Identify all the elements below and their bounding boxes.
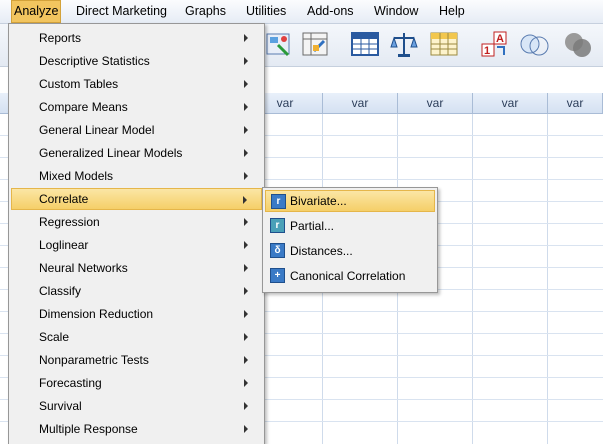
menu-item-label: Canonical Correlation <box>290 269 406 283</box>
submenu-arrow-icon <box>244 379 248 387</box>
column-header-var[interactable]: var <box>548 93 603 114</box>
submenu-arrow-icon <box>244 356 248 364</box>
scales-icon[interactable] <box>389 29 419 59</box>
menu-item-label: Reports <box>39 31 82 45</box>
menu-item-nonparametric-tests[interactable]: Nonparametric Tests <box>11 349 262 371</box>
submenu-arrow-icon <box>244 103 248 111</box>
analyze-menu: Reports Descriptive Statistics Custom Ta… <box>8 23 265 444</box>
canonical-correlation-icon: + <box>270 268 285 283</box>
submenu-arrow-icon <box>244 149 248 157</box>
menu-item-custom-tables[interactable]: Custom Tables <box>11 73 262 95</box>
submenu-arrow-icon <box>244 34 248 42</box>
menu-item-multiple-response[interactable]: Multiple Response <box>11 418 262 440</box>
submenu-arrow-icon <box>244 241 248 249</box>
distances-icon: δ <box>270 243 285 258</box>
menu-item-label: Regression <box>39 215 100 229</box>
submenu-arrow-icon <box>244 333 248 341</box>
menu-item-label: Nonparametric Tests <box>39 353 149 367</box>
menu-item-generalized-linear-models[interactable]: Generalized Linear Models <box>11 142 262 164</box>
bivariate-icon: r <box>271 194 286 209</box>
svg-text:1: 1 <box>484 45 490 57</box>
menu-item-scale[interactable]: Scale <box>11 326 262 348</box>
menu-item-label: Distances... <box>290 244 353 258</box>
grid-icon[interactable] <box>429 29 459 59</box>
menu-item-loglinear[interactable]: Loglinear <box>11 234 262 256</box>
menu-item-regression[interactable]: Regression <box>11 211 262 233</box>
chart-builder-icon[interactable] <box>264 29 294 59</box>
menu-item-bivariate[interactable]: r Bivariate... <box>265 190 435 212</box>
menu-item-label: Multiple Response <box>39 422 138 436</box>
menu-item-descriptive-statistics[interactable]: Descriptive Statistics <box>11 50 262 72</box>
submenu-arrow-icon <box>244 425 248 433</box>
submenu-arrow-icon <box>244 218 248 226</box>
submenu-arrow-icon <box>244 310 248 318</box>
submenu-arrow-icon <box>244 57 248 65</box>
menu-direct-marketing[interactable]: Direct Marketing <box>74 0 169 23</box>
menu-item-label: Forecasting <box>39 376 102 390</box>
partial-icon: r <box>270 218 285 233</box>
submenu-arrow-icon <box>244 264 248 272</box>
data-table-icon[interactable] <box>350 29 380 59</box>
menu-item-reports[interactable]: Reports <box>11 27 262 49</box>
menu-item-label: Classify <box>39 284 82 298</box>
menu-item-general-linear-model[interactable]: General Linear Model <box>11 119 262 141</box>
submenu-arrow-icon <box>244 80 248 88</box>
menu-item-label: Partial... <box>290 219 335 233</box>
circles-icon[interactable] <box>560 29 591 59</box>
menu-item-label: Mixed Models <box>39 169 114 183</box>
menu-item-canonical-correlation[interactable]: + Canonical Correlation <box>265 265 435 287</box>
menu-item-label: Compare Means <box>39 100 128 114</box>
menu-item-distances[interactable]: δ Distances... <box>265 240 435 262</box>
menu-bar: Analyze Direct Marketing Graphs Utilitie… <box>0 0 603 24</box>
column-header-var[interactable]: var <box>473 93 548 114</box>
menu-item-label: Dimension Reduction <box>39 307 154 321</box>
menu-item-label: Scale <box>39 330 70 344</box>
submenu-arrow-icon <box>244 287 248 295</box>
menu-item-classify[interactable]: Classify <box>11 280 262 302</box>
menu-item-forecasting[interactable]: Forecasting <box>11 372 262 394</box>
menu-item-neural-networks[interactable]: Neural Networks <box>11 257 262 279</box>
menu-item-label: Correlate <box>39 192 89 206</box>
menu-item-dimension-reduction[interactable]: Dimension Reduction <box>11 303 262 325</box>
menu-item-partial[interactable]: r Partial... <box>265 215 435 237</box>
menu-item-label: Loglinear <box>39 238 89 252</box>
grid-line <box>472 114 473 444</box>
grid-line <box>547 114 548 444</box>
menu-window[interactable]: Window <box>372 0 420 23</box>
sets-icon[interactable] <box>518 29 549 59</box>
menu-utilities[interactable]: Utilities <box>244 0 288 23</box>
menu-item-label: General Linear Model <box>39 123 155 137</box>
svg-text:A: A <box>496 33 504 45</box>
menu-item-mixed-models[interactable]: Mixed Models <box>11 165 262 187</box>
menu-item-compare-means[interactable]: Compare Means <box>11 96 262 118</box>
submenu-arrow-icon <box>244 172 248 180</box>
column-header-var[interactable]: var <box>398 93 473 114</box>
menu-item-label: Survival <box>39 399 82 413</box>
menu-item-label: Descriptive Statistics <box>39 54 150 68</box>
menu-analyze[interactable]: Analyze <box>11 0 61 23</box>
correlate-submenu: r Bivariate... r Partial... δ Distances.… <box>262 187 438 293</box>
submenu-arrow-icon <box>244 126 248 134</box>
menu-graphs[interactable]: Graphs <box>183 0 228 23</box>
submenu-arrow-icon <box>244 402 248 410</box>
menu-item-correlate[interactable]: Correlate <box>11 188 262 210</box>
menu-item-label: Bivariate... <box>290 194 347 208</box>
menu-item-survival[interactable]: Survival <box>11 395 262 417</box>
submenu-arrow-icon <box>243 196 247 204</box>
column-header-var[interactable]: var <box>323 93 398 114</box>
menu-add-ons[interactable]: Add-ons <box>305 0 356 23</box>
menu-item-label: Generalized Linear Models <box>39 146 183 160</box>
select-cases-icon[interactable] <box>300 29 330 59</box>
menu-item-label: Custom Tables <box>39 77 119 91</box>
value-labels-icon[interactable]: A1 <box>480 29 510 59</box>
menu-item-label: Neural Networks <box>39 261 128 275</box>
menu-help[interactable]: Help <box>437 0 467 23</box>
